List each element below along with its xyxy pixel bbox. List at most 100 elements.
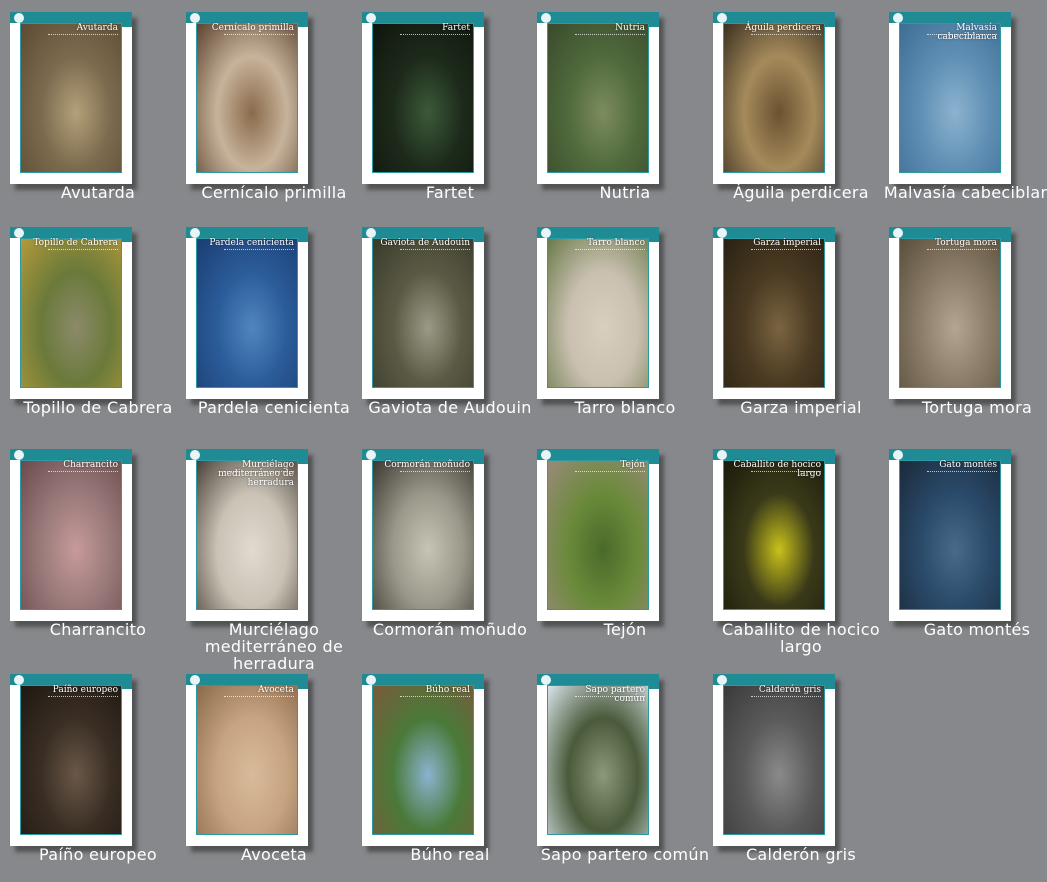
cover-header-band (186, 227, 308, 242)
cover-photo (196, 685, 298, 835)
cover-photo (547, 238, 649, 388)
cover-title: Topillo de Cabrera (33, 238, 118, 248)
species-item[interactable]: Fartet Fartet (362, 0, 538, 210)
species-caption[interactable]: Cernícalo primilla (180, 184, 368, 201)
book-cover[interactable]: Malvasía cabeciblanca (889, 12, 1011, 184)
species-caption[interactable]: Gato montés (883, 621, 1047, 638)
species-caption[interactable]: Águila perdicera (707, 184, 895, 201)
cover-header-band (186, 449, 308, 464)
cover-header-band (10, 674, 132, 689)
species-item[interactable]: Paíño europeo Paíño europeo (10, 662, 186, 872)
book-cover[interactable]: Nutria (537, 12, 659, 184)
series-logo-icon (366, 228, 376, 238)
series-logo-icon (190, 450, 200, 460)
species-item[interactable]: Tejón Tejón (537, 437, 713, 647)
cover-header-band (713, 674, 835, 689)
species-item[interactable]: Avoceta Avoceta (186, 662, 362, 872)
species-item[interactable]: Nutria Nutria (537, 0, 713, 210)
book-cover[interactable]: Avutarda (10, 12, 132, 184)
book-cover[interactable]: Gaviota de Audouin (362, 227, 484, 399)
species-item[interactable]: Tortuga mora Tortuga mora (889, 215, 1047, 425)
series-logo-icon (541, 675, 551, 685)
species-item[interactable]: Charrancito Charrancito (10, 437, 186, 647)
book-cover[interactable]: Avoceta (186, 674, 308, 846)
cover-subtitle-lines (927, 34, 997, 37)
cover-header-band (889, 449, 1011, 464)
species-caption[interactable]: Avoceta (180, 846, 368, 863)
species-item[interactable]: Caballito de hocico largo Caballito de ho… (713, 437, 889, 655)
species-item[interactable]: Sapo partero común Sapo partero común (537, 662, 713, 872)
cover-subtitle-lines (48, 471, 118, 474)
series-logo-icon (190, 228, 200, 238)
book-cover[interactable]: Cormorán moñudo (362, 449, 484, 621)
book-cover[interactable]: Búho real (362, 674, 484, 846)
series-logo-icon (893, 13, 903, 23)
species-item[interactable]: Avutarda Avutarda (10, 0, 186, 210)
species-caption[interactable]: Cormorán moñudo (356, 621, 544, 638)
cover-photo (723, 238, 825, 388)
species-caption[interactable]: Sapo partero común (531, 846, 719, 863)
book-cover[interactable]: Pardela cenicienta (186, 227, 308, 399)
species-caption[interactable]: Garza imperial (707, 399, 895, 416)
book-cover[interactable]: Tejón (537, 449, 659, 621)
book-cover[interactable]: Garza imperial (713, 227, 835, 399)
species-item[interactable]: Tarro blanco Tarro blanco (537, 215, 713, 425)
species-caption[interactable]: Paíño europeo (4, 846, 192, 863)
cover-photo (723, 460, 825, 610)
species-caption[interactable]: Caballito de hocico largo (707, 621, 895, 655)
species-item[interactable]: Gaviota de Audouin Gaviota de Audouin (362, 215, 538, 425)
cover-subtitle-lines (400, 249, 470, 252)
book-cover[interactable]: Caballito de hocico largo (713, 449, 835, 621)
species-caption[interactable]: Topillo de Cabrera (4, 399, 192, 416)
series-logo-icon (717, 675, 727, 685)
cover-photo (20, 238, 122, 388)
series-logo-icon (893, 450, 903, 460)
cover-title: Caballito de hocico largo (733, 460, 821, 479)
cover-header-band (537, 674, 659, 689)
book-cover[interactable]: Charrancito (10, 449, 132, 621)
book-cover[interactable]: Topillo de Cabrera (10, 227, 132, 399)
cover-header-band (889, 12, 1011, 27)
cover-title: Avoceta (258, 685, 294, 695)
cover-header-band (362, 12, 484, 27)
book-cover[interactable]: Tortuga mora (889, 227, 1011, 399)
cover-title: Gato montés (939, 460, 997, 470)
species-caption[interactable]: Calderón gris (707, 846, 895, 863)
species-item[interactable]: Cernícalo primilla Cernícalo primilla (186, 0, 362, 210)
book-cover[interactable]: Fartet (362, 12, 484, 184)
cover-photo (547, 460, 649, 610)
book-cover[interactable]: Tarro blanco (537, 227, 659, 399)
species-caption[interactable]: Tarro blanco (531, 399, 719, 416)
species-caption[interactable]: Búho real (356, 846, 544, 863)
series-logo-icon (190, 675, 200, 685)
species-item[interactable]: Gato montés Gato montés (889, 437, 1047, 647)
species-item[interactable]: Águila perdicera Águila perdicera (713, 0, 889, 210)
species-item[interactable]: Malvasía cabeciblanca Malvasía cabeciblan… (884, 0, 1047, 210)
species-caption[interactable]: Tortuga mora (883, 399, 1047, 416)
book-cover[interactable]: Águila perdicera (713, 12, 835, 184)
species-caption[interactable]: Charrancito (4, 621, 192, 638)
species-item[interactable]: Topillo de Cabrera Topillo de Cabrera (10, 215, 186, 425)
cover-subtitle-lines (224, 696, 294, 699)
species-caption[interactable]: Tejón (531, 621, 719, 638)
book-cover[interactable]: Calderón gris (713, 674, 835, 846)
cover-header-band (362, 227, 484, 242)
book-cover[interactable]: Gato montés (889, 449, 1011, 621)
species-caption[interactable]: Pardela cenicienta (180, 399, 368, 416)
species-item[interactable]: Pardela cenicienta Pardela cenicienta (186, 215, 362, 425)
species-caption[interactable]: Malvasía cabeciblanca (883, 184, 1047, 201)
species-caption[interactable]: Fartet (356, 184, 544, 201)
book-cover[interactable]: Cernícalo primilla (186, 12, 308, 184)
species-item[interactable]: Búho real Búho real (362, 662, 538, 872)
book-cover[interactable]: Paíño europeo (10, 674, 132, 846)
species-caption[interactable]: Avutarda (4, 184, 192, 201)
cover-photo (547, 685, 649, 835)
species-item[interactable]: Murciélago mediterráneo de herradura Murc… (186, 437, 362, 672)
book-cover[interactable]: Sapo partero común (537, 674, 659, 846)
species-caption[interactable]: Gaviota de Audouin (356, 399, 544, 416)
species-caption[interactable]: Nutria (531, 184, 719, 201)
species-item[interactable]: Garza imperial Garza imperial (713, 215, 889, 425)
book-cover[interactable]: Murciélago mediterráneo de herradura (186, 449, 308, 621)
species-item[interactable]: Cormorán moñudo Cormorán moñudo (362, 437, 538, 647)
species-item[interactable]: Calderón gris Calderón gris (713, 662, 889, 872)
